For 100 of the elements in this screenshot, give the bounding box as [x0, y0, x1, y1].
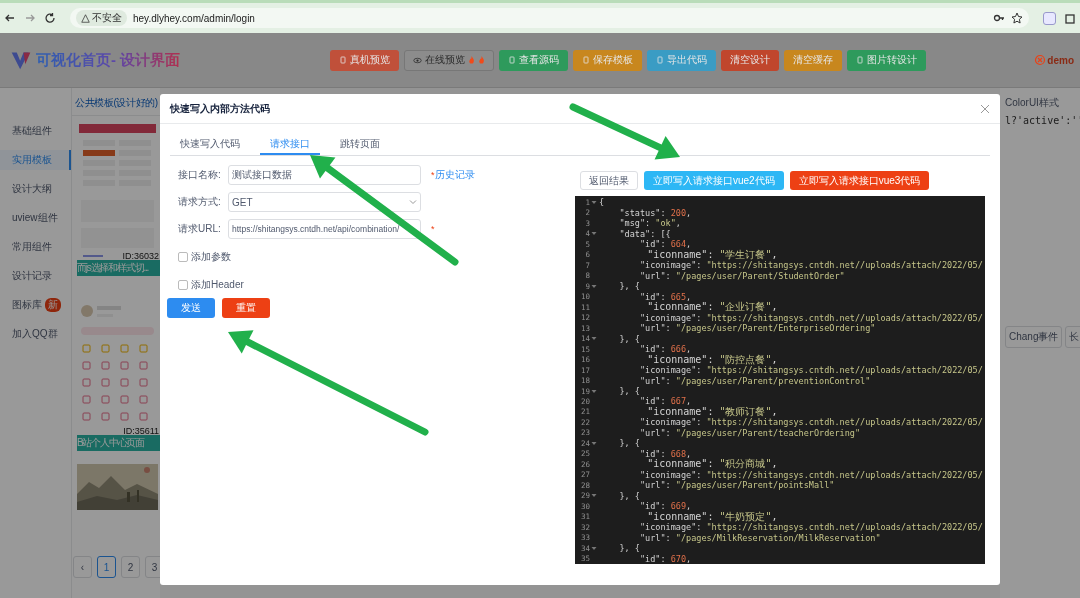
required-mark: * — [431, 224, 435, 234]
insert-code-button[interactable]: 立即写入请求接口vue2代码 — [644, 171, 784, 190]
field-label: 接口名称: — [178, 168, 222, 182]
dialog-title: 快速写入内部方法代码 — [170, 101, 270, 116]
extension-icon[interactable] — [1043, 11, 1056, 25]
history-link[interactable]: 历史记录 — [434, 168, 475, 182]
star-icon — [1011, 12, 1023, 24]
sidebar-item[interactable]: 常用组件 — [0, 237, 71, 257]
tab[interactable]: 快速写入代码 — [170, 134, 250, 155]
code-line: "id": 664, — [638, 239, 692, 250]
close-circle-icon — [1034, 54, 1047, 66]
toolbar-button[interactable]: 图片转设计 — [847, 49, 926, 71]
checkbox-label[interactable]: 添加参数 — [191, 250, 231, 264]
sidebar-item[interactable]: 图标库 新 — [0, 295, 71, 315]
template-id: ID:36032 — [122, 251, 159, 261]
code-line: "iconname": "积分商城", — [646, 458, 778, 471]
code-editor[interactable] — [575, 196, 985, 564]
toolbar-button[interactable]: 查看源码 — [499, 49, 568, 71]
toolbar-button[interactable]: 导出代码 — [647, 49, 716, 71]
code-line: }, { — [618, 333, 640, 344]
code-line: "msg": "ok", — [618, 218, 681, 229]
template-caption[interactable]: 而js选择和样式切... — [77, 260, 160, 276]
url-text: hey.dlyhey.com/admin/login — [133, 12, 256, 24]
page-button[interactable]: 2 — [121, 556, 140, 578]
close-icon[interactable] — [980, 103, 990, 114]
preview-button[interactable]: 在线预览 — [404, 49, 494, 71]
toolbar-button[interactable]: 清空设计 — [721, 49, 779, 71]
address-bar[interactable]: 不安全 hey.dlyhey.com/admin/login — [70, 8, 1029, 28]
key-icon — [993, 12, 1005, 24]
sidebar-item[interactable]: 基础组件 — [0, 121, 71, 141]
input-field[interactable]: https://shitangsys.cntdh.net/api/combination/ — [228, 219, 421, 239]
code-line: "id": 665, — [638, 291, 692, 302]
code-line: }, { — [618, 543, 640, 554]
code-line: "id": 667, — [638, 396, 692, 407]
page-button[interactable]: 3 — [145, 556, 160, 578]
tab[interactable]: ColorUI样式 — [1005, 96, 1080, 110]
page-button[interactable]: 1 — [97, 556, 116, 578]
form-button[interactable]: 重置 — [222, 298, 270, 318]
caret-icon — [409, 199, 417, 205]
tab[interactable]: 跳转页面 — [330, 134, 390, 155]
fold-caret-icon[interactable] — [591, 283, 597, 289]
fold-caret-icon[interactable] — [591, 388, 597, 394]
page-button[interactable]: ‹ — [73, 556, 92, 578]
code-line: "url": "/pages/MilkReservation/MilkReservation" — [639, 532, 881, 543]
fold-caret-icon[interactable] — [591, 336, 597, 342]
code-line: "id": 666, — [638, 344, 692, 355]
back-icon — [4, 12, 16, 24]
code-line: "iconimage": "https://shitangsys.cntdh.net//uploads/attach/2022/05/ — [638, 260, 983, 271]
code-line: "iconname": "牛奶预定", — [646, 510, 778, 523]
template-caption[interactable]: B站个人中心页面 — [77, 435, 160, 451]
checkbox[interactable] — [178, 280, 188, 290]
code-line: "iconimage": "https://shitangsys.cntdh.net//uploads/attach/2022/05/ — [638, 312, 983, 323]
required-mark: * — [431, 170, 435, 180]
code-line: "iconimage": "https://shitangsys.cntdh.net//uploads/attach/2022/05/ — [638, 417, 983, 428]
form-button[interactable]: 发送 — [167, 298, 215, 318]
toolbar-button[interactable]: 清空缓存 — [784, 49, 842, 71]
insert-code-button[interactable]: 立即写入请求接口vue3代码 — [789, 171, 930, 190]
code-line: "id": 669, — [638, 501, 692, 512]
code-line: "iconname": "教师订餐", — [646, 405, 778, 418]
code-line: "status": 200, — [618, 207, 692, 218]
toolbar-button[interactable]: 保存模板 — [573, 49, 642, 71]
code-line: }, { — [618, 438, 640, 449]
code-line: "iconimage": "https://shitangsys.cntdh.net//uploads/attach/2022/05/ — [638, 365, 983, 376]
user-name[interactable]: demo — [1047, 54, 1074, 66]
sidebar-item[interactable]: 设计记录 — [0, 266, 71, 286]
security-chip[interactable]: 不安全 — [76, 10, 127, 26]
sidebar-label: 图标库 — [12, 298, 42, 312]
code-line: "data": [{ — [618, 228, 671, 239]
code-line: }, { — [618, 490, 640, 501]
code-text: l?'active':'' — [1005, 115, 1080, 126]
code-line: "iconname": "学生订餐", — [646, 248, 778, 261]
new-badge: 新 — [45, 298, 61, 312]
result-button[interactable]: 返回结果 — [580, 171, 638, 190]
checkbox[interactable] — [178, 252, 188, 262]
code-line: "iconname": "防控点餐", — [646, 353, 778, 366]
code-line: "id": 668, — [638, 448, 692, 459]
code-line: "iconimage": "https://shitangsys.cntdh.net//uploads/attach/2022/05/ — [638, 469, 983, 480]
fold-caret-icon[interactable] — [591, 493, 597, 499]
sidebar-item[interactable]: uview组件 — [0, 208, 71, 228]
code-line: "url": "/pages/user/Parent/teacherOrdering" — [639, 427, 861, 438]
code-line: "id": 670, — [638, 553, 692, 564]
code-line: { — [599, 197, 605, 208]
forward-icon — [24, 12, 36, 24]
fold-caret-icon[interactable] — [591, 231, 597, 237]
code-line: "url": "/pages/user/Parent/pointsMall" — [639, 480, 835, 491]
logo-icon — [10, 49, 32, 71]
reload-icon — [44, 12, 56, 24]
toolbar-button[interactable]: 真机预览 — [330, 49, 399, 71]
event-button[interactable]: Chang事件 — [1005, 326, 1063, 348]
method-select[interactable]: GET — [228, 192, 421, 212]
sidebar-item[interactable]: 加入QQ群 — [0, 324, 71, 344]
app-logo-text: 可视化首页- 设计界面 — [36, 50, 181, 70]
fold-caret-icon[interactable] — [591, 545, 597, 551]
fold-caret-icon[interactable] — [591, 199, 597, 205]
eye-icon — [413, 55, 422, 65]
fold-caret-icon[interactable] — [591, 440, 597, 446]
sidebar-item[interactable]: 实用模板 — [0, 150, 71, 170]
event-button[interactable]: 长 — [1065, 326, 1080, 348]
sidebar-item[interactable]: 设计大纲 — [0, 179, 71, 199]
checkbox-label[interactable]: 添加Header — [191, 278, 244, 292]
